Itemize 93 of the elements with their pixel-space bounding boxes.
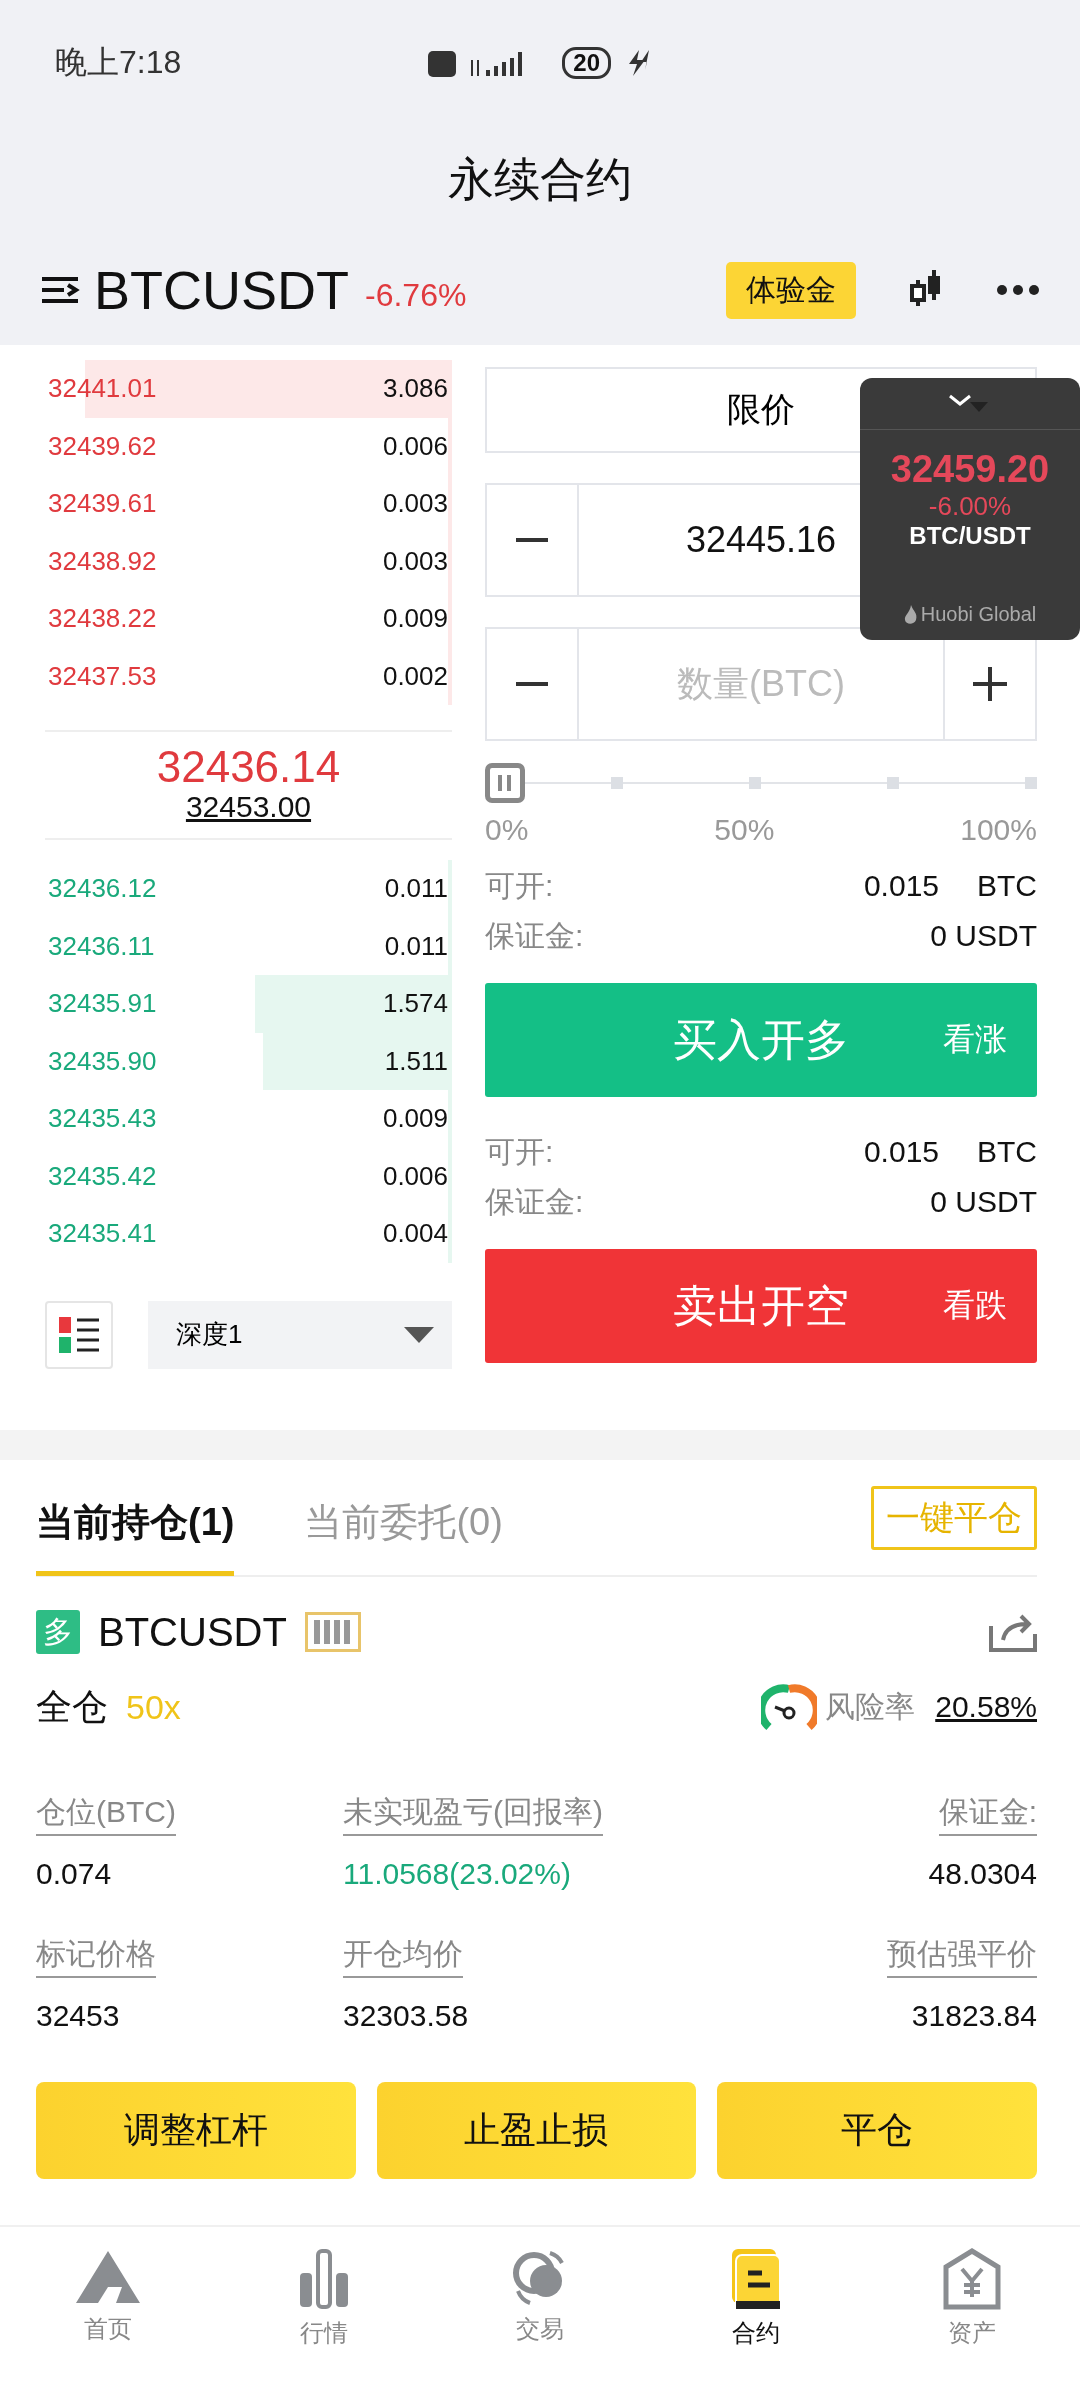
status-time: 晚上7:18 bbox=[55, 42, 182, 82]
info-value: 0 USDT bbox=[930, 1185, 1037, 1219]
minus-icon bbox=[516, 538, 548, 542]
page-title: 永续合约 bbox=[448, 152, 632, 207]
info-label: 可开: bbox=[485, 867, 554, 904]
field-value: 11.0568(23.02%) bbox=[343, 1856, 571, 1892]
field-label[interactable]: 保证金: bbox=[938, 1792, 1037, 1836]
brand-name: Huobi Global bbox=[920, 603, 1037, 626]
field-label[interactable]: 未实现盈亏(回报率) bbox=[343, 1792, 603, 1836]
order-price: 32435.90 bbox=[47, 1045, 157, 1077]
order-amount: 0.002 bbox=[382, 660, 448, 692]
field-label[interactable]: 仓位(BTC) bbox=[36, 1792, 176, 1836]
gauge-icon bbox=[761, 1683, 818, 1731]
percent-label: 50% bbox=[714, 813, 775, 847]
risk-rate-label: 风险率 bbox=[825, 1688, 916, 1725]
order-amount: 1.574 bbox=[382, 988, 448, 1020]
book-layout-icon bbox=[57, 1314, 101, 1355]
order-price: 32441.01 bbox=[47, 373, 157, 405]
price-change: -6.76% bbox=[365, 276, 467, 314]
order-price: 32437.53 bbox=[47, 660, 157, 692]
slider-tick bbox=[611, 777, 623, 789]
order-price: 32439.61 bbox=[47, 488, 157, 520]
info-unit: BTC bbox=[977, 1135, 1037, 1169]
order-price: 32438.22 bbox=[47, 603, 157, 635]
field-value: 31823.84 bbox=[911, 1998, 1037, 2034]
risk-rate-value[interactable]: 20.58% bbox=[935, 1690, 1037, 1724]
info-label: 保证金: bbox=[485, 1183, 584, 1220]
info-label: 保证金: bbox=[485, 917, 584, 954]
depth-dropdown[interactable]: 深度1 bbox=[148, 1300, 452, 1369]
percent-label: 100% bbox=[960, 813, 1037, 847]
field-label[interactable]: 开仓均价 bbox=[343, 1934, 463, 1978]
share-icon[interactable] bbox=[989, 1612, 1037, 1652]
field-value: 32453 bbox=[36, 1998, 120, 2034]
symbol-title[interactable]: BTCUSDT bbox=[94, 259, 349, 321]
slider-tick bbox=[887, 777, 899, 789]
position-action-button[interactable]: 止盈止损 bbox=[376, 2082, 697, 2179]
bars-icon bbox=[304, 1612, 361, 1652]
order-amount: 0.009 bbox=[382, 603, 448, 635]
order-amount: 0.011 bbox=[384, 930, 448, 962]
order-amount: 0.003 bbox=[382, 545, 448, 577]
wallet-icon bbox=[942, 2247, 1002, 2311]
order-amount: 1.511 bbox=[384, 1045, 448, 1077]
last-price: 32436.14 bbox=[156, 745, 341, 789]
order-price: 32436.11 bbox=[47, 930, 155, 962]
order-price: 32435.41 bbox=[47, 1218, 157, 1250]
quantity-field[interactable]: 数量(BTC) bbox=[577, 629, 945, 739]
order-amount: 0.009 bbox=[382, 1103, 448, 1135]
position-action-button[interactable]: 平仓 bbox=[717, 2082, 1037, 2179]
order-price: 32435.91 bbox=[47, 988, 157, 1020]
more-icon[interactable] bbox=[996, 284, 1040, 296]
order-amount: 3.086 bbox=[382, 373, 448, 405]
order-price: 32436.12 bbox=[47, 873, 157, 905]
field-value: 0.074 bbox=[36, 1856, 112, 1892]
info-value: 0 USDT bbox=[930, 919, 1037, 953]
trial-fund-badge[interactable]: 体验金 bbox=[726, 261, 856, 319]
quantity-stepper[interactable]: 数量(BTC) bbox=[485, 627, 1037, 741]
long-badge: 多 bbox=[36, 1610, 80, 1654]
field-label[interactable]: 预估强平价 bbox=[887, 1934, 1037, 1978]
order-amount: 0.004 bbox=[382, 1218, 448, 1250]
order-amount: 0.006 bbox=[382, 430, 448, 462]
field-value: 48.0304 bbox=[928, 1856, 1037, 1892]
sell-short-button[interactable]: 卖出开空 看跌 bbox=[485, 1249, 1037, 1363]
order-amount: 0.006 bbox=[382, 1160, 448, 1192]
order-amount: 0.003 bbox=[382, 488, 448, 520]
field-label[interactable]: 标记价格 bbox=[36, 1934, 156, 1978]
minus-icon bbox=[516, 682, 548, 686]
plus-icon bbox=[973, 667, 1007, 701]
book-layout-button[interactable] bbox=[45, 1300, 113, 1369]
slider-tick bbox=[1025, 777, 1037, 789]
order-price: 32439.62 bbox=[47, 430, 157, 462]
buy-long-button[interactable]: 买入开多 看涨 bbox=[485, 983, 1037, 1097]
slider-thumb[interactable] bbox=[485, 763, 525, 803]
position-tab[interactable]: 当前持仓(1) bbox=[36, 1459, 235, 1576]
order-price: 32435.42 bbox=[47, 1160, 157, 1192]
percent-label: 0% bbox=[485, 813, 529, 847]
field-value: 32303.58 bbox=[343, 1998, 469, 2034]
caret-icon bbox=[404, 1326, 434, 1343]
info-label: 可开: bbox=[485, 1133, 554, 1170]
margin-mode: 全仓 bbox=[36, 1684, 108, 1729]
order-price: 32438.92 bbox=[47, 545, 157, 577]
menu-icon[interactable] bbox=[40, 275, 80, 305]
order-price: 32435.43 bbox=[47, 1103, 157, 1135]
battery-level: 20 bbox=[562, 46, 611, 79]
position-action-button[interactable]: 调整杠杆 bbox=[36, 2082, 356, 2179]
slider-tick bbox=[749, 777, 761, 789]
info-value: 0.015 bbox=[863, 869, 939, 903]
order-amount: 0.011 bbox=[384, 873, 448, 905]
mark-price[interactable]: 32453.00 bbox=[185, 789, 312, 825]
ticker-tooltip[interactable]: 32459.20 -6.00% BTC/USDT Huobi Global bbox=[860, 378, 1080, 640]
position-symbol: BTCUSDT bbox=[98, 1609, 287, 1655]
position-tab[interactable]: 当前委托(0) bbox=[304, 1459, 503, 1576]
info-unit: BTC bbox=[977, 869, 1037, 903]
info-value: 0.015 bbox=[863, 1135, 939, 1169]
